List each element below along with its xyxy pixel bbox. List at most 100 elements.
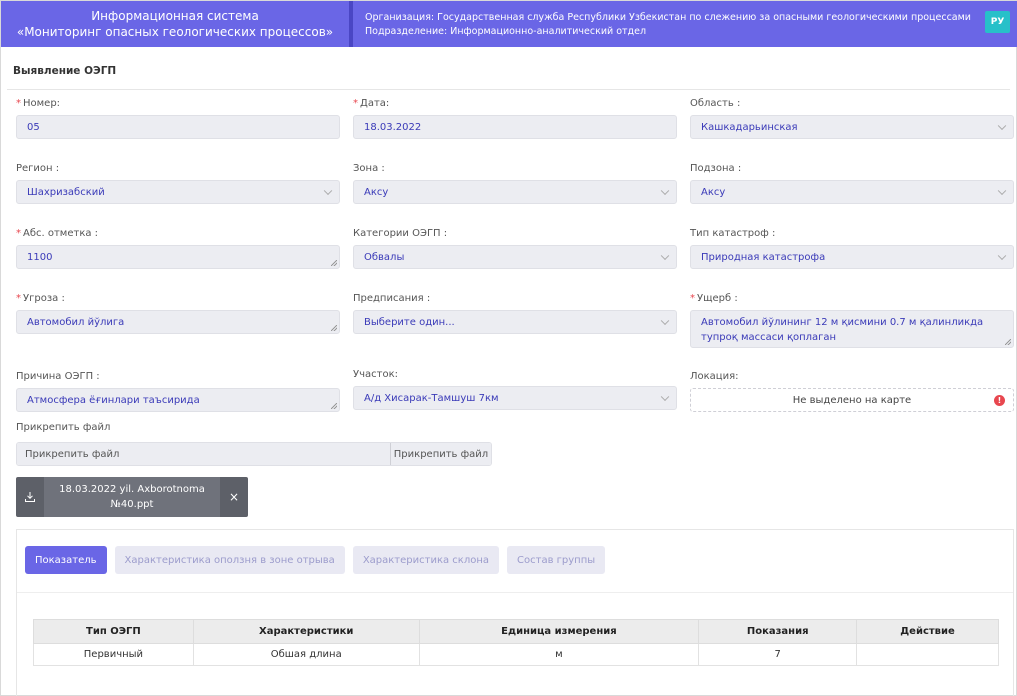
threat-input[interactable]: Автомобил йўлига — [16, 310, 340, 334]
table-cell: Обшая длина — [192, 643, 420, 666]
tab-bar: Показатель Характеристика оползня в зоне… — [25, 546, 606, 574]
column-header: Единица измерения — [418, 619, 700, 644]
required-marker: * — [16, 228, 21, 239]
remove-file-icon[interactable]: × — [220, 477, 248, 517]
section-divider — [7, 89, 1010, 90]
required-marker: * — [16, 98, 21, 109]
org-info: Организация: Государственная служба Респ… — [353, 1, 1017, 47]
organization-text: Организация: Государственная служба Респ… — [365, 12, 971, 23]
attach-file-input[interactable]: Прикрепить файл — [17, 443, 390, 465]
download-icon[interactable] — [16, 477, 44, 517]
cause-label: Причина ОЭГП : — [16, 371, 100, 382]
number-label: * Номер: — [16, 98, 61, 109]
column-header: Тип ОЭГП — [33, 619, 194, 644]
number-field: * Номер: 05 — [16, 97, 340, 139]
prescriptions-label: Предписания : — [353, 293, 431, 304]
table-cell — [856, 643, 999, 666]
warning-icon: ! — [994, 395, 1005, 406]
disaster-type-field: Тип катастроф : Природная катастрофа — [690, 227, 1014, 269]
table-cell: Первичный — [33, 643, 194, 666]
table-header-row: Тип ОЭГП Характеристики Единица измерени… — [33, 619, 999, 644]
date-field: * Дата: 18.03.2022 — [353, 97, 677, 139]
date-label: * Дата: — [353, 98, 390, 109]
attach-file-label: Прикрепить файл — [16, 422, 111, 433]
page: Информационная система «Мониторинг опасн… — [0, 0, 1017, 696]
table-cell: 7 — [698, 643, 858, 666]
table-cell: м — [418, 643, 700, 666]
site-label: Участок: — [353, 369, 398, 380]
column-header: Действие — [856, 619, 999, 644]
oblast-select[interactable]: Кашкадарьинская — [690, 115, 1014, 139]
resize-grip-icon[interactable] — [331, 403, 337, 409]
oblast-field: Область : Кашкадарьинская — [690, 97, 1014, 139]
disaster-type-select[interactable]: Природная катастрофа — [690, 245, 1014, 269]
damage-field: * Ущерб : Автомобил йўлининг 12 м қисмини… — [690, 292, 1014, 348]
column-header: Характеристики — [192, 619, 420, 644]
prescriptions-select[interactable]: Выберите один... — [353, 310, 677, 334]
zone-select[interactable]: Аксу — [353, 180, 677, 204]
abs-mark-label: * Абс. отметка : — [16, 228, 99, 239]
details-panel: Показатель Характеристика оползня в зоне… — [16, 529, 1014, 696]
department-text: Подразделение: Информационно-аналитическ… — [365, 26, 647, 37]
app-header: Информационная система «Мониторинг опасн… — [1, 1, 1017, 47]
cause-input[interactable]: Атмосфера ёғинлари таъсирида — [16, 388, 340, 412]
disaster-type-label: Тип катастроф : — [690, 228, 776, 239]
panel-divider — [17, 592, 1013, 593]
required-marker: * — [353, 98, 358, 109]
system-title-line2: «Мониторинг опасных геологических процес… — [16, 25, 334, 39]
resize-grip-icon[interactable] — [1005, 339, 1011, 345]
threat-label: * Угроза : — [16, 293, 65, 304]
site-field: Участок: А/д Хисарак-Тамшуш 7км — [353, 368, 677, 410]
location-map-picker[interactable]: Не выделено на карте! — [690, 388, 1014, 412]
zone-label: Зона : — [353, 163, 385, 174]
table-row: Первичный Обшая длина м 7 — [33, 643, 999, 666]
category-select[interactable]: Обвалы — [353, 245, 677, 269]
chevron-down-icon — [997, 121, 1007, 131]
subzone-label: Подзона : — [690, 163, 742, 174]
chevron-down-icon — [660, 251, 670, 261]
threat-field: * Угроза : Автомобил йўлига — [16, 292, 340, 334]
location-label: Локация: — [690, 371, 739, 382]
indicators-table: Тип ОЭГП Характеристики Единица измерени… — [33, 619, 999, 666]
category-label: Категории ОЭГП : — [353, 228, 448, 239]
tab-group-composition[interactable]: Состав группы — [507, 546, 606, 574]
chevron-down-icon — [997, 251, 1007, 261]
system-title: Информационная система «Мониторинг опасн… — [1, 1, 349, 47]
region-select[interactable]: Шахризабский — [16, 180, 340, 204]
attach-file-button[interactable]: Прикрепить файл — [390, 443, 491, 465]
prescriptions-field: Предписания : Выберите один... — [353, 292, 677, 334]
date-input[interactable]: 18.03.2022 — [353, 115, 677, 139]
chevron-down-icon — [660, 186, 670, 196]
damage-input[interactable]: Автомобил йўлининг 12 м қисмини 0.7 м қа… — [690, 310, 1014, 348]
attached-file: 18.03.2022 yil. Axborotnoma №40.ppt × — [16, 477, 248, 517]
tab-landslide-characteristics[interactable]: Характеристика оползня в зоне отрыва — [114, 546, 345, 574]
category-field: Категории ОЭГП : Обвалы — [353, 227, 677, 269]
chevron-down-icon — [660, 316, 670, 326]
resize-grip-icon[interactable] — [331, 260, 337, 266]
oblast-label: Область : — [690, 98, 741, 109]
chevron-down-icon — [997, 186, 1007, 196]
tab-slope-characteristics[interactable]: Характеристика склона — [352, 546, 500, 574]
number-input[interactable]: 05 — [16, 115, 340, 139]
subzone-field: Подзона : Аксу — [690, 162, 1014, 204]
system-title-line1: Информационная система — [91, 9, 259, 23]
cause-field: Причина ОЭГП : Атмосфера ёғинлари таъсир… — [16, 370, 340, 412]
region-label: Регион : — [16, 163, 60, 174]
zone-field: Зона : Аксу — [353, 162, 677, 204]
region-field: Регион : Шахризабский — [16, 162, 340, 204]
chevron-down-icon — [660, 392, 670, 402]
location-field: Локация: Не выделено на карте! — [690, 370, 1014, 412]
damage-label: * Ущерб : — [690, 293, 738, 304]
tab-indicator[interactable]: Показатель — [25, 546, 107, 574]
subzone-select[interactable]: Аксу — [690, 180, 1014, 204]
resize-grip-icon[interactable] — [331, 325, 337, 331]
section-title: Выявление ОЭГП — [13, 65, 117, 77]
column-header: Показания — [698, 619, 858, 644]
site-select[interactable]: А/д Хисарак-Тамшуш 7км — [353, 386, 677, 410]
abs-mark-input[interactable]: 1100 — [16, 245, 340, 269]
abs-mark-field: * Абс. отметка : 1100 — [16, 227, 340, 269]
language-button[interactable]: РУ — [985, 11, 1010, 33]
attached-file-name: 18.03.2022 yil. Axborotnoma №40.ppt — [44, 477, 220, 517]
required-marker: * — [16, 293, 21, 304]
required-marker: * — [690, 293, 695, 304]
